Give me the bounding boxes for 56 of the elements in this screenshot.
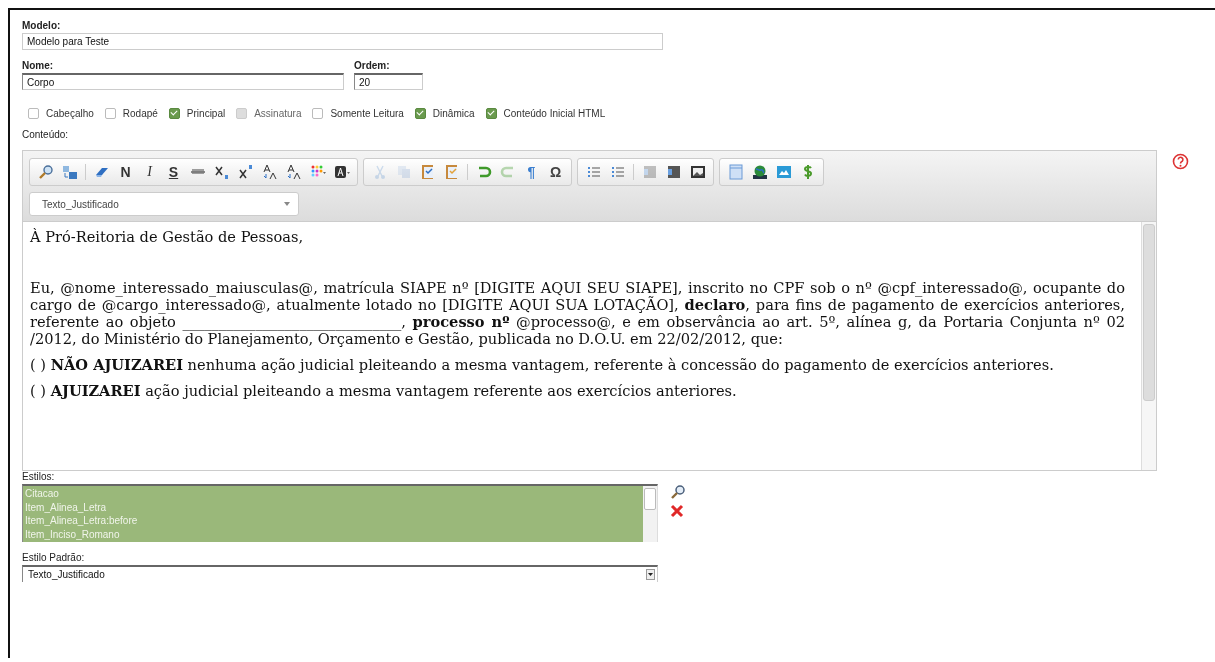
uppercase-icon[interactable] — [285, 164, 302, 180]
checkbox-label: Principal — [186, 108, 226, 119]
scrollbar-thumb[interactable] — [1143, 224, 1155, 401]
field-label: Estilo Padrão: — [22, 552, 85, 563]
numbered-list-icon[interactable] — [585, 164, 602, 180]
image-icon[interactable] — [689, 164, 706, 180]
checkbox-label: Assinatura — [254, 108, 302, 119]
scrollbar-thumb[interactable] — [644, 488, 656, 510]
caret-icon — [284, 202, 290, 206]
format-button[interactable]: ¶ — [521, 163, 542, 181]
format-button[interactable]: I — [139, 163, 160, 181]
checkbox[interactable] — [104, 108, 116, 119]
field-label: Nome: — [22, 60, 55, 71]
checkbox[interactable] — [414, 108, 426, 119]
paragraph: À Pró-Reitoria de Gestão de Pessoas, — [30, 228, 305, 245]
field-label: Ordem: — [354, 60, 391, 71]
input-field[interactable]: Modelo para Teste — [22, 33, 663, 50]
format-button[interactable]: N — [115, 163, 136, 181]
checkbox-label: Dinâmica — [432, 108, 475, 119]
checkbox[interactable] — [312, 108, 324, 119]
checkbox[interactable] — [168, 108, 180, 119]
superscript-icon[interactable] — [237, 164, 254, 180]
checkbox[interactable] — [28, 108, 39, 119]
subscript-icon[interactable] — [213, 164, 230, 180]
replace-icon[interactable] — [61, 164, 78, 180]
checkbox[interactable] — [485, 108, 497, 119]
input-field[interactable]: 20 — [354, 73, 423, 90]
style-dropdown[interactable]: Texto_Justificado — [29, 192, 299, 216]
lowercase-icon[interactable] — [261, 164, 278, 180]
globe-icon[interactable] — [751, 164, 768, 180]
checkbox-label: Conteúdo Inicial HTML — [503, 108, 606, 119]
background-color-icon[interactable] — [333, 164, 350, 180]
format-button[interactable]: S — [163, 163, 184, 181]
document-icon[interactable] — [727, 164, 744, 180]
editor-content[interactable] — [23, 221, 1156, 470]
bulleted-list-icon[interactable] — [609, 164, 626, 180]
checkbox-label: Rodapé — [122, 108, 158, 119]
input-field[interactable]: Corpo — [22, 73, 344, 90]
field-label: Modelo: — [22, 20, 61, 31]
field-label: Conteúdo: — [22, 129, 69, 140]
magnifier-icon[interactable] — [37, 164, 54, 180]
search-icon[interactable] — [670, 484, 686, 500]
paragraph: ( ) AJUIZAREI ação judicial pleiteando a mesma vantagem referente aos exercícios anteriores. — [30, 382, 738, 399]
default-style-select[interactable]: Texto_Justificado — [22, 565, 658, 582]
indent-icon[interactable] — [665, 164, 682, 180]
paragraph: ( ) NÃO AJUIZAREI nenhuma ação judicial pleiteando a mesma vantagem, referente à concessão do pagamento de exercícios anteriores. — [30, 356, 1055, 373]
paragraph: Eu, @nome_interessado_maiusculas@, matrícula SIAPE nº [DIGITE AQUI SEU SIAPE], inscrito no CPF sob o nº @cpf_interessado@, ocupante do cargo de @cargo_interessado@, atualmente lotado no [DIGITE AQUI SUA LOTAÇÃO], declaro, para fins de pagamento de exercícios anteriores, referente ao objeto ______________________________, processo nº @processo@, e em observância ao art. 5º, alínea g, da Portaria Conjunta nº 02 /2012, do Ministério do Planejamento, Orçamento e Gestão, publicada no D.O.U. em 22/02/2012, que: — [30, 279, 1125, 347]
checkbox-label: Cabeçalho — [46, 108, 94, 119]
help-icon[interactable] — [1172, 153, 1189, 170]
format-button[interactable]: Ω — [545, 163, 566, 181]
picture-icon[interactable] — [775, 164, 792, 180]
field-label: Estilos: — [22, 471, 55, 482]
paste-icon[interactable] — [419, 164, 436, 180]
paste-text-icon[interactable] — [443, 164, 460, 180]
checkbox-label: Somente Leitura — [330, 108, 404, 119]
delete-icon[interactable] — [670, 504, 684, 518]
